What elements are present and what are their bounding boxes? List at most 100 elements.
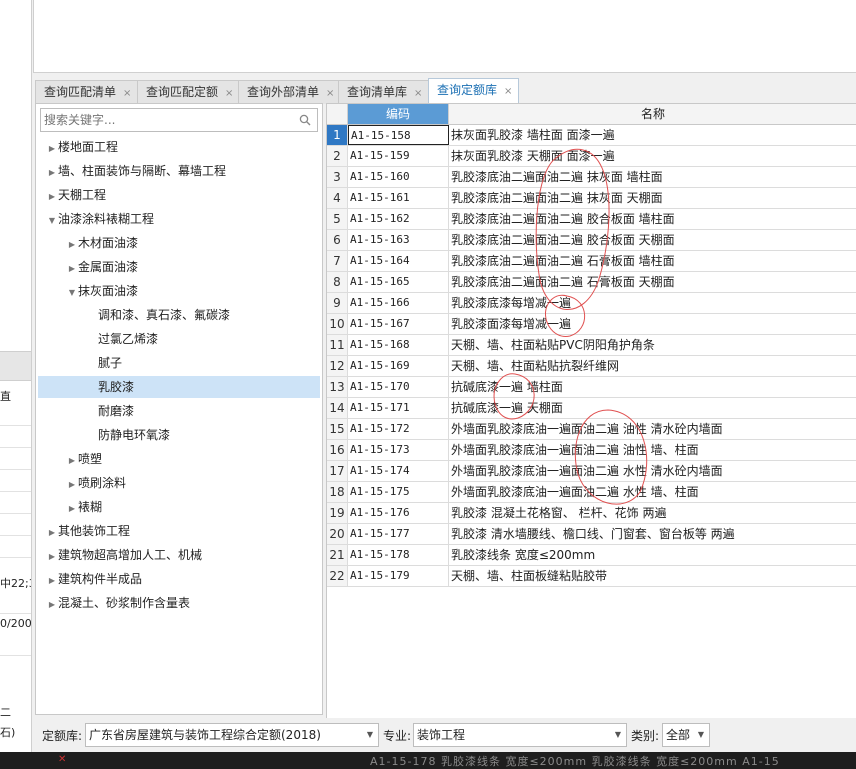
quota-name-cell[interactable]: 天棚、墙、柱面板缝粘贴胶带 bbox=[449, 566, 856, 586]
tree-item[interactable]: ▶ 混凝土、砂浆制作含量表 bbox=[46, 592, 190, 614]
quota-code-cell[interactable]: A1-15-168 bbox=[348, 335, 449, 355]
row-index[interactable]: 17 bbox=[327, 461, 348, 481]
row-index[interactable]: 8 bbox=[327, 272, 348, 292]
row-index[interactable]: 4 bbox=[327, 188, 348, 208]
table-row[interactable]: 2 A1-15-159 抹灰面乳胶漆 天棚面 面漆一遍 bbox=[327, 146, 856, 167]
quota-code-cell[interactable]: A1-15-170 bbox=[348, 377, 449, 397]
quota-name-cell[interactable]: 天棚、墙、柱面粘贴PVC阴阳角护角条 bbox=[449, 335, 856, 355]
tree-item[interactable]: ▶ 墙、柱面装饰与隔断、幕墙工程 bbox=[46, 160, 226, 182]
collapsed-arrow-icon[interactable]: ▶ bbox=[46, 186, 58, 208]
search-icon[interactable] bbox=[299, 114, 311, 126]
table-row[interactable]: 3 A1-15-160 乳胶漆底油二遍面油二遍 抹灰面 墙柱面 bbox=[327, 167, 856, 188]
table-row[interactable]: 22 A1-15-179 天棚、墙、柱面板缝粘贴胶带 bbox=[327, 566, 856, 587]
quota-code-cell[interactable]: A1-15-160 bbox=[348, 167, 449, 187]
quota-name-cell[interactable]: 乳胶漆底油二遍面油二遍 石膏板面 墙柱面 bbox=[449, 251, 856, 271]
quota-name-cell[interactable]: 抹灰面乳胶漆 墙柱面 面漆一遍 bbox=[449, 125, 856, 145]
close-icon[interactable]: × bbox=[414, 83, 422, 105]
row-index[interactable]: 5 bbox=[327, 209, 348, 229]
row-index[interactable]: 11 bbox=[327, 335, 348, 355]
close-icon[interactable]: × bbox=[504, 81, 512, 103]
row-index[interactable]: 1 bbox=[327, 125, 348, 145]
tree-item[interactable]: 防静电环氧漆 bbox=[86, 424, 170, 446]
table-row[interactable]: 21 A1-15-178 乳胶漆线条 宽度≤200mm bbox=[327, 545, 856, 566]
quota-code-cell[interactable]: A1-15-169 bbox=[348, 356, 449, 376]
quota-code-cell[interactable]: A1-15-167 bbox=[348, 314, 449, 334]
specialty-select[interactable]: 装饰工程 ▼ bbox=[413, 723, 627, 747]
row-index[interactable]: 13 bbox=[327, 377, 348, 397]
quota-name-cell[interactable]: 外墙面乳胶漆底油一遍面油二遍 水性 清水砼内墙面 bbox=[449, 461, 856, 481]
quota-code-cell[interactable]: A1-15-163 bbox=[348, 230, 449, 250]
quota-name-cell[interactable]: 抗碱底漆一遍 天棚面 bbox=[449, 398, 856, 418]
tree-item[interactable]: ▶ 天棚工程 bbox=[46, 184, 106, 206]
expanded-arrow-icon[interactable]: ▼ bbox=[46, 210, 58, 232]
quota-name-cell[interactable]: 乳胶漆 混凝土花格窗、 栏杆、花饰 两遍 bbox=[449, 503, 856, 523]
quota-name-cell[interactable]: 乳胶漆 清水墙腰线、檐口线、门窗套、窗台板等 两遍 bbox=[449, 524, 856, 544]
tab-bill-library[interactable]: 查询清单库 × bbox=[338, 80, 430, 105]
row-index[interactable]: 16 bbox=[327, 440, 348, 460]
row-index[interactable]: 15 bbox=[327, 419, 348, 439]
table-row[interactable]: 9 A1-15-166 乳胶漆底漆每增减一遍 bbox=[327, 293, 856, 314]
quota-name-cell[interactable]: 乳胶漆底油二遍面油二遍 胶合板面 天棚面 bbox=[449, 230, 856, 250]
table-row[interactable]: 8 A1-15-165 乳胶漆底油二遍面油二遍 石膏板面 天棚面 bbox=[327, 272, 856, 293]
tree-item[interactable]: ▶ 建筑物超高增加人工、机械 bbox=[46, 544, 202, 566]
tree-item[interactable]: 腻子 bbox=[86, 352, 122, 374]
tree-item[interactable]: 调和漆、真石漆、氟碳漆 bbox=[86, 304, 230, 326]
row-index[interactable]: 19 bbox=[327, 503, 348, 523]
table-row[interactable]: 1 A1-15-158 抹灰面乳胶漆 墙柱面 面漆一遍 bbox=[327, 125, 856, 146]
tree-item[interactable]: ▶ 喷塑 bbox=[66, 448, 102, 470]
table-row[interactable]: 13 A1-15-170 抗碱底漆一遍 墙柱面 bbox=[327, 377, 856, 398]
search-input[interactable] bbox=[41, 109, 291, 131]
row-index[interactable]: 22 bbox=[327, 566, 348, 586]
quota-name-cell[interactable]: 乳胶漆面漆每增减一遍 bbox=[449, 314, 856, 334]
row-index[interactable]: 21 bbox=[327, 545, 348, 565]
table-row[interactable]: 17 A1-15-174 外墙面乳胶漆底油一遍面油二遍 水性 清水砼内墙面 bbox=[327, 461, 856, 482]
quota-name-cell[interactable]: 外墙面乳胶漆底油一遍面油二遍 水性 墙、柱面 bbox=[449, 482, 856, 502]
quota-code-cell[interactable]: A1-15-158 bbox=[348, 125, 449, 145]
tree-item[interactable]: ▶ 金属面油漆 bbox=[66, 256, 138, 278]
close-icon[interactable]: × bbox=[326, 83, 334, 105]
table-row[interactable]: 16 A1-15-173 外墙面乳胶漆底油一遍面油二遍 油性 墙、柱面 bbox=[327, 440, 856, 461]
grid-header-name[interactable]: 名称 bbox=[449, 104, 856, 124]
tree-item[interactable]: 乳胶漆 bbox=[38, 376, 320, 398]
collapsed-arrow-icon[interactable]: ▶ bbox=[46, 138, 58, 160]
quota-code-cell[interactable]: A1-15-174 bbox=[348, 461, 449, 481]
tree-item[interactable]: 过氯乙烯漆 bbox=[86, 328, 158, 350]
close-icon[interactable]: × bbox=[225, 83, 233, 105]
close-icon[interactable]: × bbox=[123, 83, 131, 105]
quota-name-cell[interactable]: 天棚、墙、柱面粘贴抗裂纤维网 bbox=[449, 356, 856, 376]
tree-item[interactable]: 耐磨漆 bbox=[86, 400, 134, 422]
quota-code-cell[interactable]: A1-15-178 bbox=[348, 545, 449, 565]
tree-item[interactable]: ▼ 抹灰面油漆 bbox=[66, 280, 138, 302]
collapsed-arrow-icon[interactable]: ▶ bbox=[66, 450, 78, 472]
quota-name-cell[interactable]: 乳胶漆底油二遍面油二遍 抹灰面 天棚面 bbox=[449, 188, 856, 208]
table-row[interactable]: 14 A1-15-171 抗碱底漆一遍 天棚面 bbox=[327, 398, 856, 419]
collapsed-arrow-icon[interactable]: ▶ bbox=[46, 546, 58, 568]
table-row[interactable]: 7 A1-15-164 乳胶漆底油二遍面油二遍 石膏板面 墙柱面 bbox=[327, 251, 856, 272]
table-row[interactable]: 18 A1-15-175 外墙面乳胶漆底油一遍面油二遍 水性 墙、柱面 bbox=[327, 482, 856, 503]
row-index[interactable]: 6 bbox=[327, 230, 348, 250]
quota-name-cell[interactable]: 外墙面乳胶漆底油一遍面油二遍 油性 清水砼内墙面 bbox=[449, 419, 856, 439]
quota-code-cell[interactable]: A1-15-177 bbox=[348, 524, 449, 544]
tree-item[interactable]: ▶ 建筑构件半成品 bbox=[46, 568, 142, 590]
collapsed-arrow-icon[interactable]: ▶ bbox=[66, 234, 78, 256]
tree-item[interactable]: ▶ 楼地面工程 bbox=[46, 136, 118, 158]
quota-name-cell[interactable]: 乳胶漆底油二遍面油二遍 抹灰面 墙柱面 bbox=[449, 167, 856, 187]
quota-code-cell[interactable]: A1-15-176 bbox=[348, 503, 449, 523]
table-row[interactable]: 11 A1-15-168 天棚、墙、柱面粘贴PVC阴阳角护角条 bbox=[327, 335, 856, 356]
row-index[interactable]: 10 bbox=[327, 314, 348, 334]
tab-match-bill[interactable]: 查询匹配清单 × bbox=[35, 80, 139, 105]
quota-name-cell[interactable]: 乳胶漆底油二遍面油二遍 胶合板面 墙柱面 bbox=[449, 209, 856, 229]
table-row[interactable]: 15 A1-15-172 外墙面乳胶漆底油一遍面油二遍 油性 清水砼内墙面 bbox=[327, 419, 856, 440]
quota-name-cell[interactable]: 抗碱底漆一遍 墙柱面 bbox=[449, 377, 856, 397]
quota-code-cell[interactable]: A1-15-164 bbox=[348, 251, 449, 271]
table-row[interactable]: 6 A1-15-163 乳胶漆底油二遍面油二遍 胶合板面 天棚面 bbox=[327, 230, 856, 251]
quota-name-cell[interactable]: 乳胶漆底漆每增减一遍 bbox=[449, 293, 856, 313]
tree-item[interactable]: ▶ 其他装饰工程 bbox=[46, 520, 130, 542]
table-row[interactable]: 20 A1-15-177 乳胶漆 清水墙腰线、檐口线、门窗套、窗台板等 两遍 bbox=[327, 524, 856, 545]
row-index[interactable]: 9 bbox=[327, 293, 348, 313]
quota-name-cell[interactable]: 抹灰面乳胶漆 天棚面 面漆一遍 bbox=[449, 146, 856, 166]
table-row[interactable]: 10 A1-15-167 乳胶漆面漆每增减一遍 bbox=[327, 314, 856, 335]
quota-code-cell[interactable]: A1-15-173 bbox=[348, 440, 449, 460]
quota-name-cell[interactable]: 外墙面乳胶漆底油一遍面油二遍 油性 墙、柱面 bbox=[449, 440, 856, 460]
quota-code-cell[interactable]: A1-15-171 bbox=[348, 398, 449, 418]
